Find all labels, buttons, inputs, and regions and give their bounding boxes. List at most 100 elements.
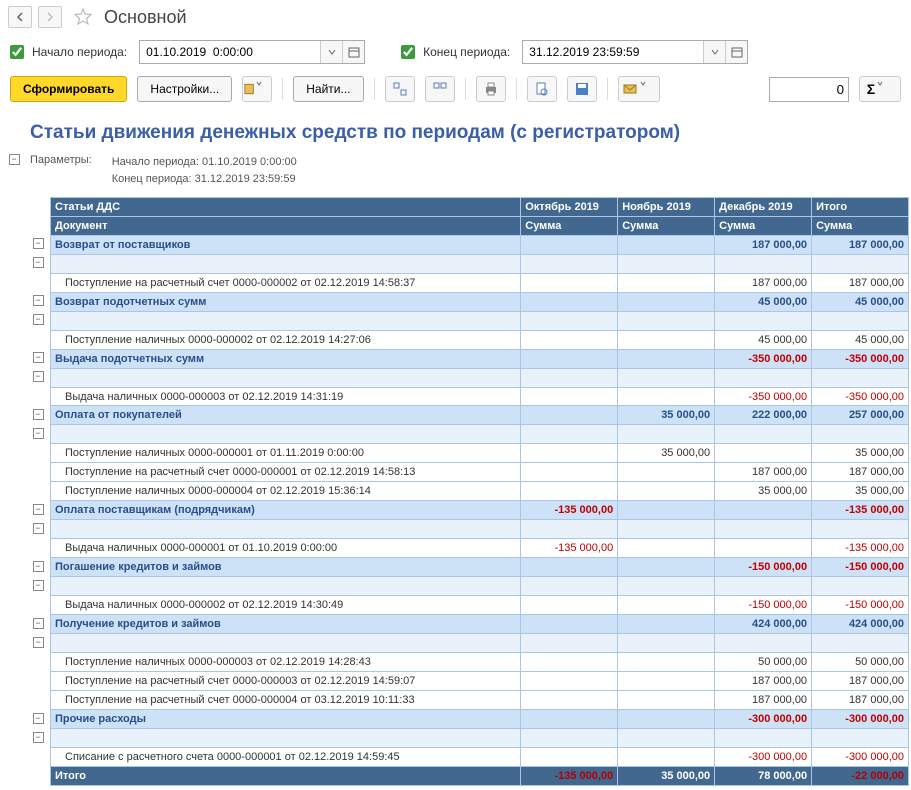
tree-collapse-button[interactable]: − xyxy=(33,409,44,420)
separator xyxy=(282,78,283,100)
table-row[interactable]: Выдача наличных 0000-000003 от 02.12.201… xyxy=(51,387,909,406)
table-row[interactable]: Прочие расходы-300 000,00-300 000,00 xyxy=(51,709,909,728)
table-row[interactable]: Получение кредитов и займов424 000,00424… xyxy=(51,614,909,633)
tree-collapse-button[interactable]: − xyxy=(9,154,20,165)
table-row[interactable]: Погашение кредитов и займов-150 000,00-1… xyxy=(51,558,909,577)
column-header: Сумма xyxy=(812,216,909,235)
row-value xyxy=(715,254,812,273)
tree-collapse-button[interactable]: − xyxy=(33,523,44,534)
back-button[interactable] xyxy=(8,6,32,28)
table-row[interactable]: Поступление на расчетный счет 0000-00000… xyxy=(51,463,909,482)
tree-collapse-button[interactable]: − xyxy=(33,732,44,743)
expand-all-button[interactable] xyxy=(385,76,415,102)
tree-collapse-button[interactable]: − xyxy=(33,238,44,249)
level-input[interactable] xyxy=(769,77,849,102)
tree-collapse-button[interactable]: − xyxy=(33,561,44,572)
table-row[interactable] xyxy=(51,728,909,747)
row-value: -350 000,00 xyxy=(812,349,909,368)
tree-collapse-button[interactable]: − xyxy=(33,314,44,325)
row-value xyxy=(618,501,715,520)
table-row[interactable]: Списание с расчетного счета 0000-000001 … xyxy=(51,747,909,766)
row-value xyxy=(521,349,618,368)
row-value: 424 000,00 xyxy=(715,614,812,633)
row-value xyxy=(618,425,715,444)
table-row[interactable]: Поступление на расчетный счет 0000-00000… xyxy=(51,273,909,292)
start-calendar-button[interactable] xyxy=(342,41,364,63)
tree-collapse-button[interactable]: − xyxy=(33,637,44,648)
row-value: 78 000,00 xyxy=(715,766,812,785)
table-row[interactable] xyxy=(51,254,909,273)
row-value: 45 000,00 xyxy=(812,330,909,349)
variants-button[interactable] xyxy=(242,76,272,102)
end-period-input[interactable] xyxy=(523,41,703,63)
table-row[interactable]: Возврат подотчетных сумм45 000,0045 000,… xyxy=(51,292,909,311)
table-row[interactable]: Поступление наличных 0000-000003 от 02.1… xyxy=(51,652,909,671)
table-row[interactable] xyxy=(51,520,909,539)
tree-collapse-button[interactable]: − xyxy=(33,618,44,629)
table-row[interactable]: Выдача наличных 0000-000002 от 02.12.201… xyxy=(51,596,909,615)
row-value: 187 000,00 xyxy=(812,671,909,690)
start-period-input[interactable] xyxy=(140,41,320,63)
start-period-checkbox[interactable] xyxy=(10,45,24,59)
table-row[interactable]: Выдача наличных 0000-000001 от 01.10.201… xyxy=(51,539,909,558)
tree-collapse-button[interactable]: − xyxy=(33,352,44,363)
forward-button[interactable] xyxy=(38,6,62,28)
star-icon[interactable] xyxy=(74,8,92,26)
table-row[interactable]: Поступление на расчетный счет 0000-00000… xyxy=(51,690,909,709)
row-value xyxy=(618,311,715,330)
email-button[interactable] xyxy=(618,76,660,102)
row-value xyxy=(521,292,618,311)
table-row[interactable]: Возврат от поставщиков187 000,00187 000,… xyxy=(51,235,909,254)
table-row[interactable]: Оплата от покупателей35 000,00222 000,00… xyxy=(51,406,909,425)
row-value: -135 000,00 xyxy=(521,766,618,785)
table-row[interactable] xyxy=(51,368,909,387)
row-value xyxy=(715,577,812,596)
table-row[interactable]: Поступление наличных 0000-000001 от 01.1… xyxy=(51,444,909,463)
row-value: 187 000,00 xyxy=(812,463,909,482)
table-row[interactable] xyxy=(51,311,909,330)
print-button[interactable] xyxy=(476,76,506,102)
tree-collapse-button[interactable]: − xyxy=(33,295,44,306)
generate-button[interactable]: Сформировать xyxy=(10,76,127,102)
table-row[interactable]: Поступление наличных 0000-000002 от 02.1… xyxy=(51,330,909,349)
settings-button[interactable]: Настройки... xyxy=(137,76,232,102)
table-row[interactable]: Поступление на расчетный счет 0000-00000… xyxy=(51,671,909,690)
start-period-label: Начало периода: xyxy=(32,45,127,59)
row-value: 424 000,00 xyxy=(812,614,909,633)
row-value: 187 000,00 xyxy=(812,690,909,709)
row-value xyxy=(618,652,715,671)
tree-collapse-button[interactable]: − xyxy=(33,504,44,515)
tree-collapse-button[interactable]: − xyxy=(33,428,44,439)
tree-collapse-button[interactable]: − xyxy=(33,713,44,724)
row-value: 35 000,00 xyxy=(618,406,715,425)
report-grid: Статьи ДДСОктябрь 2019Ноябрь 2019Декабрь… xyxy=(50,197,909,786)
preview-button[interactable] xyxy=(527,76,557,102)
collapse-all-button[interactable] xyxy=(425,76,455,102)
save-button[interactable] xyxy=(567,76,597,102)
tree-collapse-button[interactable]: − xyxy=(33,371,44,382)
table-row[interactable] xyxy=(51,577,909,596)
row-value: 187 000,00 xyxy=(812,235,909,254)
start-dropdown-button[interactable] xyxy=(320,41,342,63)
tree-collapse-button[interactable]: − xyxy=(33,580,44,591)
row-value xyxy=(618,728,715,747)
row-value xyxy=(521,368,618,387)
end-period-checkbox[interactable] xyxy=(401,45,415,59)
tree-collapse-button[interactable]: − xyxy=(33,257,44,268)
sigma-button[interactable]: Σ xyxy=(859,76,901,102)
table-row[interactable]: Оплата поставщикам (подрядчикам)-135 000… xyxy=(51,501,909,520)
find-button[interactable]: Найти... xyxy=(293,76,363,102)
end-calendar-button[interactable] xyxy=(725,41,747,63)
row-value: 257 000,00 xyxy=(812,406,909,425)
row-name: Возврат от поставщиков xyxy=(51,235,521,254)
row-value xyxy=(715,539,812,558)
row-name xyxy=(51,425,521,444)
table-row[interactable] xyxy=(51,425,909,444)
table-row[interactable] xyxy=(51,633,909,652)
table-row[interactable]: Выдача подотчетных сумм-350 000,00-350 0… xyxy=(51,349,909,368)
table-row[interactable]: Итого-135 000,0035 000,0078 000,00-22 00… xyxy=(51,766,909,785)
column-header: Сумма xyxy=(715,216,812,235)
row-value xyxy=(715,728,812,747)
table-row[interactable]: Поступление наличных 0000-000004 от 02.1… xyxy=(51,482,909,501)
end-dropdown-button[interactable] xyxy=(703,41,725,63)
